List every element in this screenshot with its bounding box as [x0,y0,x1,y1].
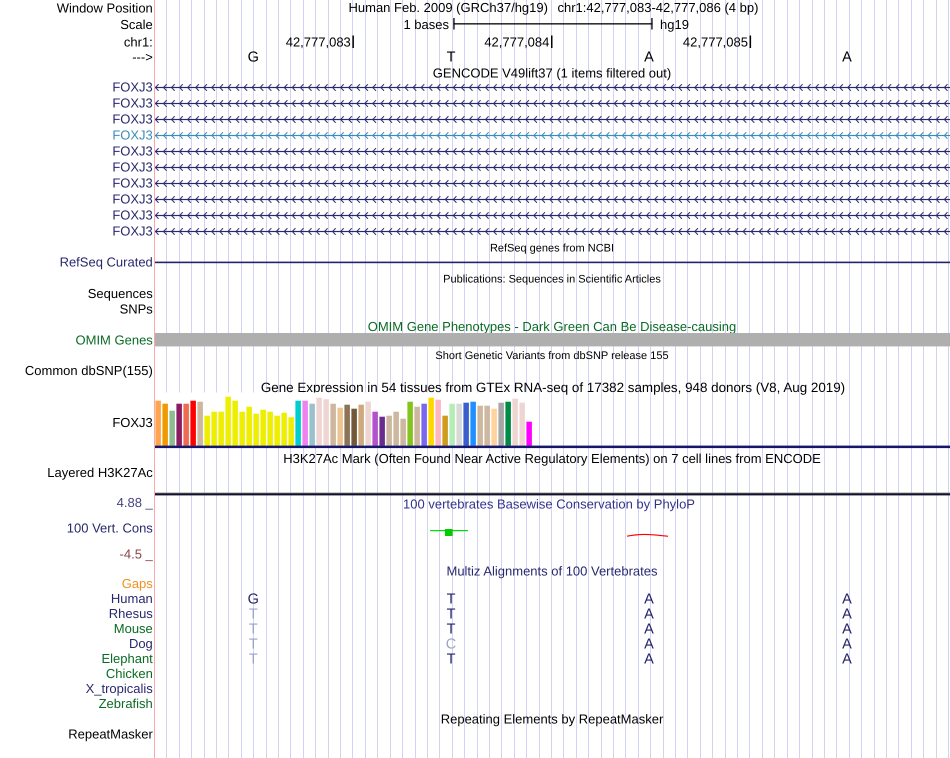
svg-text:A: A [644,592,654,608]
svg-text:GENCODE V49lift37 (1 items fil: GENCODE V49lift37 (1 items filtered out) [433,65,671,80]
svg-text:Window Position: Window Position [57,1,153,16]
svg-text:42,777,083: 42,777,083 [286,35,351,50]
svg-text:T: T [447,652,456,668]
svg-text:FOXJ3: FOXJ3 [112,192,152,207]
svg-text:A: A [644,50,654,66]
svg-text:FOXJ3: FOXJ3 [112,80,152,95]
svg-text:1 bases: 1 bases [403,17,449,32]
svg-text:Elephant: Elephant [101,651,153,666]
svg-text:FOXJ3: FOXJ3 [112,96,152,111]
svg-text:A: A [842,622,852,638]
svg-text:A: A [644,622,654,638]
svg-text:X_tropicalis: X_tropicalis [86,681,154,696]
svg-text:A: A [842,592,852,608]
svg-text:T: T [249,622,258,638]
svg-text:Dog: Dog [129,636,153,651]
svg-text:H3K27Ac Mark (Often Found Near: H3K27Ac Mark (Often Found Near Active Re… [283,451,821,466]
svg-text:Mouse: Mouse [114,621,153,636]
svg-text:-4.5 _: -4.5 _ [120,547,154,562]
svg-text:--->: ---> [132,50,153,65]
svg-text:4.88 _: 4.88 _ [117,495,154,510]
svg-text:T: T [447,50,456,66]
svg-text:OMIM Gene Phenotypes - Dark Gr: OMIM Gene Phenotypes - Dark Green Can Be… [368,319,737,334]
svg-text:T: T [249,652,258,668]
svg-text:Gaps: Gaps [122,576,154,591]
svg-text:T: T [249,607,258,623]
svg-text:A: A [842,50,852,66]
svg-text:RefSeq Curated: RefSeq Curated [60,255,153,270]
svg-text:hg19: hg19 [660,17,689,32]
svg-text:A: A [644,652,654,668]
svg-text:FOXJ3: FOXJ3 [112,128,152,143]
svg-text:Repeating Elements by RepeatMa: Repeating Elements by RepeatMasker [441,712,664,727]
svg-text:42,777,085: 42,777,085 [683,35,748,50]
svg-text:chr1:: chr1: [124,35,153,50]
svg-text:RepeatMasker: RepeatMasker [68,727,153,742]
svg-text:G: G [248,592,259,608]
svg-text:Multiz Alignments of 100 Verte: Multiz Alignments of 100 Vertebrates [446,563,658,578]
svg-text:RefSeq genes from NCBI: RefSeq genes from NCBI [490,243,614,255]
svg-text:FOXJ3: FOXJ3 [112,415,152,430]
svg-text:SNPs: SNPs [120,302,154,317]
svg-text:Zebrafish: Zebrafish [99,696,153,711]
svg-text:FOXJ3: FOXJ3 [112,160,152,175]
svg-text:FOXJ3: FOXJ3 [112,176,152,191]
svg-text:Scale: Scale [120,17,153,32]
svg-text:100 Vert. Cons: 100 Vert. Cons [67,521,153,536]
svg-text:chr1:42,777,083-42,777,086 (4: chr1:42,777,083-42,777,086 (4 bp) [558,0,759,15]
svg-text:T: T [447,607,456,623]
svg-text:FOXJ3: FOXJ3 [112,224,152,239]
svg-text:C: C [446,637,456,653]
svg-text:A: A [842,652,852,668]
svg-text:100 vertebrates Basewise Conse: 100 vertebrates Basewise Conservation by… [403,496,695,511]
svg-text:Sequences: Sequences [88,286,154,301]
svg-text:A: A [842,637,852,653]
svg-text:FOXJ3: FOXJ3 [112,112,152,127]
svg-text:Layered H3K27Ac: Layered H3K27Ac [47,465,153,480]
svg-text:Publications: Sequences in Sci: Publications: Sequences in Scientific Ar… [443,274,661,286]
svg-text:A: A [842,607,852,623]
svg-text:A: A [644,637,654,653]
svg-text:G: G [248,50,259,66]
svg-text:Common dbSNP(155): Common dbSNP(155) [25,363,153,378]
svg-text:Human Feb. 2009 (GRCh37/hg19): Human Feb. 2009 (GRCh37/hg19) [349,0,548,15]
svg-text:OMIM Genes: OMIM Genes [76,333,154,348]
svg-text:42,777,084: 42,777,084 [484,35,549,50]
svg-text:FOXJ3: FOXJ3 [112,144,152,159]
svg-text:Short Genetic Variants from db: Short Genetic Variants from dbSNP releas… [435,350,668,362]
svg-text:Chicken: Chicken [106,666,153,681]
svg-text:T: T [447,592,456,608]
svg-text:T: T [249,637,258,653]
svg-text:Rhesus: Rhesus [109,606,154,621]
svg-text:Human: Human [111,591,153,606]
svg-text:FOXJ3: FOXJ3 [112,208,152,223]
svg-text:T: T [447,622,456,638]
svg-text:A: A [644,607,654,623]
